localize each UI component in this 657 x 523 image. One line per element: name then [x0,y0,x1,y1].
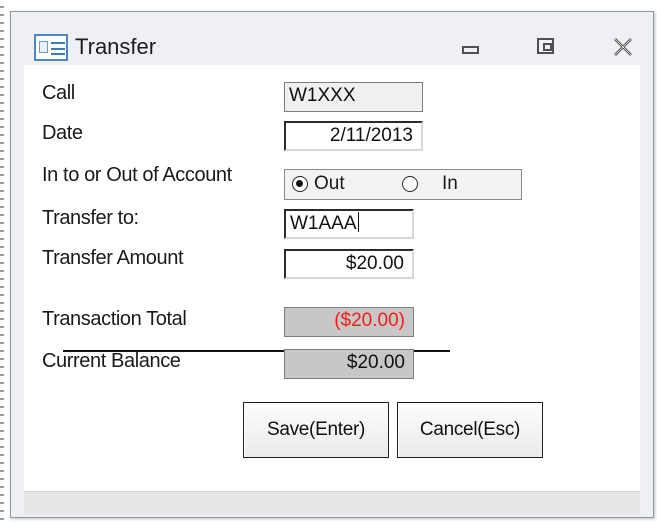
transfer-to-label: Transfer to: [42,207,139,229]
date-label: Date [42,122,83,144]
transfer-to-value: W1AAA [290,213,357,234]
form-icon [34,34,68,61]
direction-label: In to or Out of Account [42,164,232,186]
transaction-total-value: ($20.00) [334,310,405,331]
form-footer [24,491,640,515]
radio-out[interactable] [292,176,308,192]
text-cursor [357,212,359,232]
call-field[interactable]: W1XXX [284,82,423,112]
radio-out-label[interactable]: Out [314,173,345,195]
maximize-icon[interactable] [531,34,561,60]
date-field[interactable]: 2/11/2013 [284,121,423,151]
radio-in-label[interactable]: In [442,173,458,195]
current-balance-field: $20.00 [284,349,414,379]
call-label: Call [42,82,75,104]
background-window-edge [0,0,4,523]
transaction-total-field: ($20.00) [284,307,414,337]
transfer-window: Transfer Call W1XXX Date 2/11/2013 In to… [10,11,654,518]
current-balance-label: Current Balance [42,350,181,372]
title-bar[interactable]: Transfer [11,12,653,64]
close-icon[interactable] [609,34,639,60]
cancel-button[interactable]: Cancel(Esc) [397,402,543,458]
transaction-total-label: Transaction Total [42,308,187,330]
transfer-amount-label: Transfer Amount [42,247,184,269]
minimize-icon[interactable] [456,34,486,60]
save-button[interactable]: Save(Enter) [243,402,389,458]
form-body: Call W1XXX Date 2/11/2013 In to or Out o… [24,65,640,491]
radio-in[interactable] [402,176,418,192]
transfer-amount-field[interactable]: $20.00 [284,249,414,279]
window-title: Transfer [75,34,157,59]
transfer-to-field[interactable]: W1AAA [284,209,414,239]
direction-option-group: Out In [284,169,522,200]
